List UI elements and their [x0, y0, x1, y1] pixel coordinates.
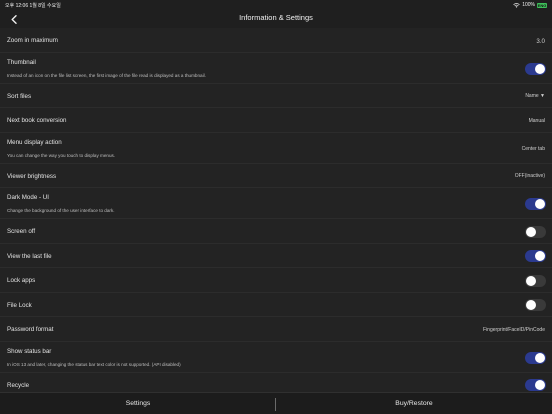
sort-dropdown[interactable]: Name ▼	[525, 93, 545, 99]
bottom-tab-bar: Settings Buy/Restore	[0, 392, 552, 414]
wifi-icon	[513, 2, 520, 8]
toggle-knob	[526, 275, 536, 286]
setting-label: Password format	[7, 326, 54, 333]
setting-label: View the last file	[7, 252, 52, 260]
page-title: Information & Settings	[239, 13, 313, 22]
navigation-bar: Information & Settings	[0, 9, 552, 28]
toggle-knob	[535, 63, 545, 74]
setting-label: Zoom in maximum	[7, 37, 58, 44]
toggle-knob	[535, 380, 545, 390]
setting-recycle[interactable]: Recycle	[0, 372, 552, 392]
setting-last-file[interactable]: View the last file	[0, 243, 552, 268]
setting-label: Show status bar	[7, 347, 52, 355]
setting-brightness[interactable]: Viewer brightness OFF(inactive)	[0, 163, 552, 188]
battery-icon: ENG	[537, 2, 547, 8]
setting-zoom[interactable]: Zoom in maximum 3.0	[0, 28, 552, 53]
toggle-knob	[526, 300, 536, 310]
setting-label: Recycle	[7, 381, 30, 389]
setting-value: Manual	[528, 117, 545, 124]
status-left: 오후 12:06 1월 8일 수요일	[5, 2, 61, 9]
status-bar-toggle[interactable]	[525, 351, 546, 364]
settings-list[interactable]: Zoom in maximum 3.0 Thumbnail Instead of…	[0, 28, 552, 392]
setting-label: Sort files	[7, 92, 32, 100]
setting-label: Lock apps	[7, 277, 36, 284]
setting-value: Fingerprint/FaceID/PinCode	[483, 326, 545, 333]
file-lock-toggle[interactable]	[525, 299, 546, 311]
setting-description: Change the background of the user interf…	[7, 208, 115, 213]
last-file-toggle[interactable]	[525, 250, 546, 262]
setting-label: Viewer brightness	[7, 172, 57, 180]
thumbnail-toggle[interactable]	[525, 62, 546, 75]
toggle-knob	[526, 226, 536, 237]
setting-description: Instead of an icon on the file list scre…	[7, 72, 206, 78]
setting-label: Dark Mode - UI	[7, 194, 49, 201]
setting-menu-display[interactable]: Menu display action You can change the w…	[0, 132, 552, 164]
tab-buy-restore[interactable]: Buy/Restore	[276, 393, 552, 414]
setting-file-lock[interactable]: File Lock	[0, 292, 552, 317]
toggle-knob	[535, 199, 545, 209]
setting-thumbnail[interactable]: Thumbnail Instead of an icon on the file…	[0, 52, 552, 84]
setting-label: Next book conversion	[7, 117, 67, 124]
setting-description: You can change the way you touch to disp…	[7, 152, 116, 158]
tab-settings[interactable]: Settings	[0, 393, 276, 414]
status-bar: 오후 12:06 1월 8일 수요일 100% ENG	[0, 0, 552, 9]
setting-next-book[interactable]: Next book conversion Manual	[0, 108, 552, 133]
setting-lock-apps[interactable]: Lock apps	[0, 268, 552, 293]
toggle-knob	[535, 251, 545, 261]
setting-value: OFF(inactive)	[514, 173, 545, 179]
recycle-toggle[interactable]	[525, 379, 546, 391]
setting-value: 3.0	[536, 37, 545, 45]
setting-password-format[interactable]: Password format Fingerprint/FaceID/PinCo…	[0, 317, 552, 342]
dark-mode-toggle[interactable]	[525, 198, 546, 210]
setting-description: In iOS 13 and later, changing the status…	[7, 361, 181, 367]
setting-label: Thumbnail	[7, 58, 36, 66]
battery-percent: 100%	[522, 2, 535, 8]
setting-status-bar[interactable]: Show status bar In iOS 13 and later, cha…	[0, 341, 552, 373]
setting-label: Screen off	[7, 228, 36, 235]
setting-label: File Lock	[7, 301, 32, 309]
lock-apps-toggle[interactable]	[525, 274, 546, 287]
toggle-knob	[535, 352, 545, 363]
setting-sort-files[interactable]: Sort files Name ▼	[0, 83, 552, 108]
setting-screen-off[interactable]: Screen off	[0, 219, 552, 244]
screen-off-toggle[interactable]	[525, 225, 546, 238]
status-right: 100% ENG	[513, 2, 547, 8]
setting-value: Center tab	[521, 145, 545, 152]
setting-label: Menu display action	[7, 138, 62, 146]
setting-dark-mode[interactable]: Dark Mode - UI Change the background of …	[0, 188, 552, 219]
